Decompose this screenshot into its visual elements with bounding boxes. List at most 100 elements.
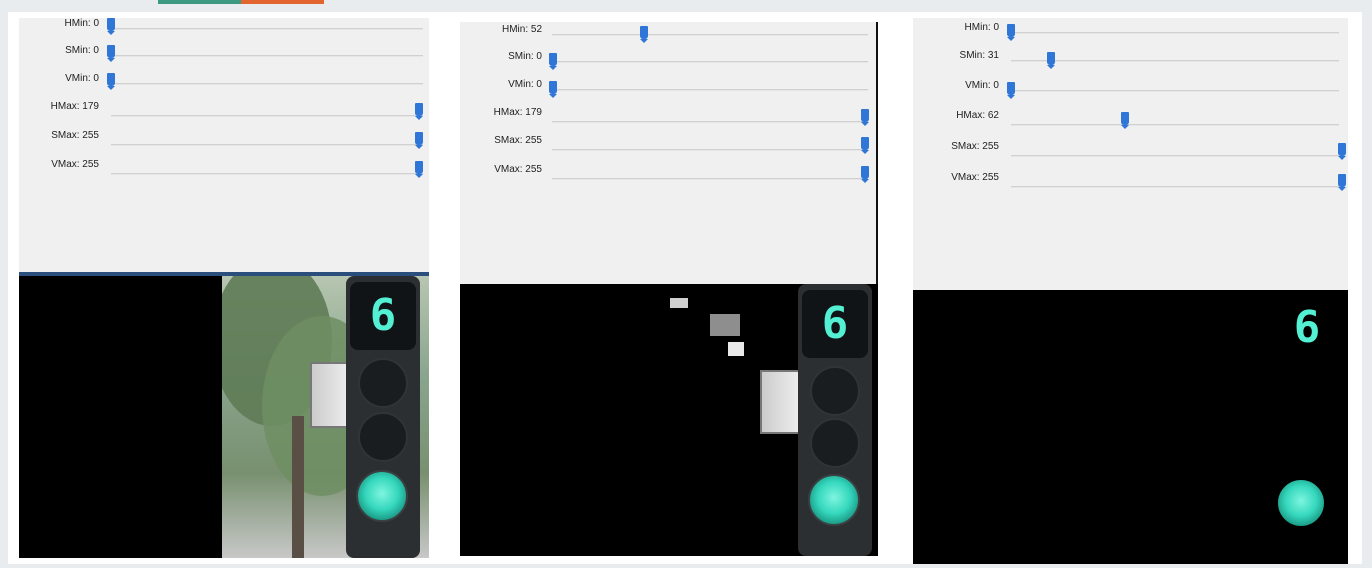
slider-handle[interactable]: [640, 26, 648, 43]
slider-handle[interactable]: [415, 161, 423, 178]
slider-label: VMax: 255: [51, 159, 99, 170]
mask-fragment: [670, 298, 688, 308]
slider-handle[interactable]: [1007, 24, 1015, 41]
slider-vmin[interactable]: VMin: 0: [913, 80, 1348, 100]
mask-view: [913, 290, 1141, 564]
slider-handle[interactable]: [861, 137, 869, 154]
countdown-display: 6: [350, 282, 416, 350]
slider-smax[interactable]: SMax: 255: [913, 141, 1348, 161]
slider-track[interactable]: [111, 55, 423, 57]
signal-lamp-amber: [358, 412, 408, 462]
slider-track[interactable]: [1011, 124, 1339, 126]
slider-panel: HMin: 52 SMin: 0 VMin: 0 HMax: 179 SMax:…: [460, 22, 878, 284]
slider-label: SMin: 0: [65, 45, 99, 56]
slider-smax[interactable]: SMax: 255: [19, 130, 429, 150]
slider-hmax[interactable]: HMax: 179: [19, 101, 429, 121]
panel-1: HMin: 0 SMin: 0 VMin: 0 HMax: 179 SMax: …: [19, 18, 429, 558]
traffic-signal: 6: [346, 276, 420, 558]
slider-smin[interactable]: SMin: 31: [913, 50, 1348, 70]
signal-lamp-red: [358, 358, 408, 408]
accent-bar-orange: [241, 0, 324, 4]
slider-hmax[interactable]: HMax: 179: [460, 107, 878, 127]
slider-label: HMin: 52: [501, 24, 542, 35]
slider-panel: HMin: 0 SMin: 0 VMin: 0 HMax: 179 SMax: …: [19, 18, 429, 272]
slider-hmin[interactable]: HMin: 0: [19, 18, 429, 38]
slider-handle[interactable]: [549, 81, 557, 98]
slider-vmax[interactable]: VMax: 255: [913, 172, 1348, 192]
slider-smin[interactable]: SMin: 0: [19, 45, 429, 65]
signal-lamp-red: [810, 366, 860, 416]
content-canvas: HMin: 0 SMin: 0 VMin: 0 HMax: 179 SMax: …: [8, 12, 1362, 564]
slider-label: VMax: 255: [494, 164, 542, 175]
signal-lamp-green: [1276, 478, 1326, 528]
slider-handle[interactable]: [415, 132, 423, 149]
slider-track[interactable]: [111, 144, 423, 146]
mask-fragment: [710, 314, 740, 336]
slider-track[interactable]: [1011, 32, 1339, 34]
slider-handle[interactable]: [415, 103, 423, 120]
slider-handle[interactable]: [1338, 143, 1346, 160]
slider-label: SMax: 255: [494, 135, 542, 146]
slider-hmin[interactable]: HMin: 0: [913, 22, 1348, 42]
slider-track[interactable]: [111, 28, 423, 30]
signal-lamp-green: [356, 470, 408, 522]
slider-label: SMax: 255: [51, 130, 99, 141]
slider-vmax[interactable]: VMax: 255: [460, 164, 878, 184]
slider-track[interactable]: [1011, 90, 1339, 92]
slider-label: HMax: 62: [956, 110, 999, 121]
slider-vmax[interactable]: VMax: 255: [19, 159, 429, 179]
slider-handle[interactable]: [1338, 174, 1346, 191]
signal-lamp-green: [808, 474, 860, 526]
slider-label: VMin: 0: [65, 73, 99, 84]
slider-track[interactable]: [111, 173, 423, 175]
slider-label: SMax: 255: [951, 141, 999, 152]
panel-3: HMin: 0 SMin: 31 VMin: 0 HMax: 62 SMax: …: [913, 18, 1348, 564]
slider-track[interactable]: [1011, 155, 1339, 157]
slider-track[interactable]: [552, 89, 868, 91]
slider-vmin[interactable]: VMin: 0: [19, 73, 429, 93]
slider-handle[interactable]: [1007, 82, 1015, 99]
slider-label: SMin: 0: [508, 51, 542, 62]
slider-smin[interactable]: SMin: 0: [460, 51, 878, 71]
slider-track[interactable]: [111, 115, 423, 117]
traffic-signal: 6: [798, 284, 872, 556]
result-view: 6: [670, 284, 878, 556]
screenshot-background: HMin: 0 SMin: 0 VMin: 0 HMax: 179 SMax: …: [0, 0, 1372, 568]
result-view: 6: [222, 276, 429, 558]
slider-smax[interactable]: SMax: 255: [460, 135, 878, 155]
countdown-display: 6: [1293, 302, 1321, 353]
slider-hmin[interactable]: HMin: 52: [460, 24, 878, 44]
slider-handle[interactable]: [107, 45, 115, 62]
slider-label: VMin: 0: [965, 80, 999, 91]
slider-track[interactable]: [552, 121, 868, 123]
slider-track[interactable]: [552, 34, 868, 36]
slider-track[interactable]: [552, 178, 868, 180]
slider-handle[interactable]: [1047, 52, 1055, 69]
slider-track[interactable]: [552, 61, 868, 63]
tree-trunk: [292, 416, 304, 558]
slider-handle[interactable]: [861, 109, 869, 126]
slider-track[interactable]: [1011, 186, 1339, 188]
slider-track[interactable]: [1011, 60, 1339, 62]
slider-label: HMin: 0: [964, 22, 999, 33]
slider-label: SMin: 31: [959, 50, 999, 61]
accent-bar-green: [158, 0, 241, 4]
slider-handle[interactable]: [861, 166, 869, 183]
slider-hmax[interactable]: HMax: 62: [913, 110, 1348, 130]
slider-track[interactable]: [552, 149, 868, 151]
slider-handle[interactable]: [549, 53, 557, 70]
slider-vmin[interactable]: VMin: 0: [460, 79, 878, 99]
slider-handle[interactable]: [107, 73, 115, 90]
slider-handle[interactable]: [1121, 112, 1129, 129]
mask-view: [19, 276, 222, 558]
slider-panel: HMin: 0 SMin: 31 VMin: 0 HMax: 62 SMax: …: [913, 18, 1348, 290]
mask-view: [460, 284, 670, 556]
panel-edge: [876, 22, 878, 284]
slider-label: VMax: 255: [951, 172, 999, 183]
slider-track[interactable]: [111, 83, 423, 85]
slider-handle[interactable]: [107, 18, 115, 35]
signal-lamp-amber: [810, 418, 860, 468]
panel-2: HMin: 52 SMin: 0 VMin: 0 HMax: 179 SMax:…: [460, 22, 878, 556]
slider-label: HMin: 0: [64, 18, 99, 29]
mask-fragment: [728, 342, 744, 356]
